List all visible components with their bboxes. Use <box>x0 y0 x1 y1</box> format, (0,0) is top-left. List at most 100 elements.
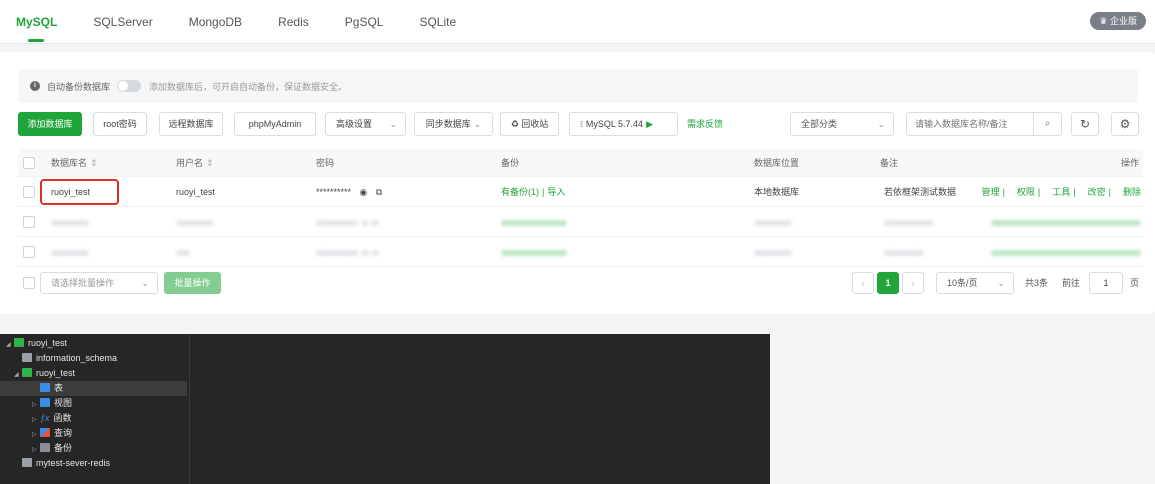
permission-link[interactable]: 权限 <box>1017 187 1035 197</box>
sync-database-dropdown[interactable]: 同步数据库 ⌄ <box>414 112 493 136</box>
tree-item-label: 表 <box>54 383 64 393</box>
database-user: ruoyi_test <box>176 187 216 197</box>
batch-operation-placeholder: 请选择批量操作 <box>51 278 115 288</box>
goto-page-input[interactable]: 1 <box>1089 272 1123 294</box>
column-header-user[interactable]: 用户名 ⇕ <box>176 149 214 177</box>
backup-cell: 有备份(1) | 导入 <box>501 177 565 207</box>
batch-operation-select[interactable]: 请选择批量操作 ⌄ <box>40 272 158 294</box>
tools-link[interactable]: 工具 <box>1052 187 1070 197</box>
row-checkbox[interactable] <box>23 246 35 258</box>
tree-connection-redis[interactable]: mytest-sever-redis <box>22 456 110 471</box>
row-checkbox[interactable] <box>23 216 35 228</box>
tree-item-views[interactable]: ▷ 视图 <box>32 396 72 411</box>
footer-select-checkbox[interactable] <box>23 277 35 289</box>
chevron-down-icon: ⌄ <box>997 278 1005 288</box>
remote-database-button[interactable]: 远程数据库 <box>159 112 223 136</box>
category-select[interactable]: 全部分类 ⌄ <box>790 112 894 136</box>
blurred-cell <box>51 237 89 267</box>
recycle-bin-button[interactable]: ♻ 回收站 <box>500 112 559 136</box>
advanced-settings-label: 高级设置 <box>336 119 373 129</box>
backup-link[interactable]: 有备份(1) <box>501 187 539 197</box>
next-page-icon[interactable]: › <box>902 272 924 294</box>
enterprise-badge-label: 企业版 <box>1109 16 1137 26</box>
table-footer: 请选择批量操作 ⌄ 批量操作 ‹ 1 › 10条/页 ⌄ 共3条 前往 1 页 <box>18 272 1143 294</box>
import-link[interactable]: 导入 <box>547 187 565 197</box>
database-remark[interactable]: 若依框架测试数据 <box>884 177 956 207</box>
password-cell: ********** ◉ ⧉ <box>316 177 382 207</box>
tab-sqlite[interactable]: SQLite <box>401 0 474 44</box>
tab-mongodb[interactable]: MongoDB <box>171 0 260 44</box>
chevron-down-icon: ⌄ <box>877 119 885 129</box>
change-password-link[interactable]: 改密 <box>1088 187 1106 197</box>
column-header-actions: 操作 <box>1120 158 1139 168</box>
database-type-bar: MySQL SQLServer MongoDB Redis PgSQL SQLi… <box>0 0 1155 44</box>
search-input[interactable] <box>907 113 1032 135</box>
page-size-select[interactable]: 10条/页 ⌄ <box>936 272 1014 294</box>
category-select-value: 全部分类 <box>801 119 838 129</box>
function-icon: ƒx <box>40 413 50 423</box>
chevron-down-icon: ⌄ <box>389 119 397 129</box>
database-icon <box>22 353 32 362</box>
database-panel: i 自动备份数据库 添加数据库后，可开启自动备份，保证数据安全。 添加数据库 r… <box>0 52 1155 314</box>
table-row <box>18 237 1143 267</box>
blurred-cell <box>501 207 567 237</box>
toolbar: 添加数据库 root密码 远程数据库 phpMyAdmin 高级设置 ⌄ 同步数… <box>18 112 1143 136</box>
eye-icon[interactable]: ◉ <box>360 187 368 197</box>
blurred-cell <box>991 237 1141 267</box>
row-checkbox[interactable] <box>23 186 35 198</box>
tree-connection[interactable]: ◢ ruoyi_test <box>6 336 67 351</box>
sort-icon: ⇕ <box>206 158 214 168</box>
auto-backup-hint: 添加数据库后，可开启自动备份，保证数据安全。 <box>149 81 348 92</box>
tab-mysql[interactable]: MySQL <box>16 0 75 44</box>
tab-pgsql[interactable]: PgSQL <box>327 0 402 44</box>
sort-icon: ⇕ <box>90 158 98 168</box>
column-header-name[interactable]: 数据库名 ⇕ <box>51 149 98 177</box>
tree-item-label: 函数 <box>53 413 72 423</box>
delete-link[interactable]: 删除 <box>1123 187 1141 197</box>
table-row: ruoyi_test ruoyi_test ********** ◉ ⧉ 有备份… <box>18 177 1143 207</box>
blurred-cell <box>991 207 1141 237</box>
tree-item-queries[interactable]: ▷ 查询 <box>32 426 72 441</box>
database-tabs: MySQL SQLServer MongoDB Redis PgSQL SQLi… <box>16 0 474 44</box>
blurred-cell <box>884 207 934 237</box>
tree-database-information-schema[interactable]: information_schema <box>22 351 117 366</box>
tree-item-backups[interactable]: ▷ 备份 <box>32 441 72 456</box>
separator: | <box>1037 187 1041 197</box>
advanced-settings-dropdown[interactable]: 高级设置 ⌄ <box>325 112 406 136</box>
select-all-checkbox[interactable] <box>23 157 35 169</box>
batch-operation-button[interactable]: 批量操作 <box>164 272 221 294</box>
refresh-icon[interactable]: ↻ <box>1071 112 1099 136</box>
table-header: 数据库名 ⇕ 用户名 ⇕ 密码 备份 数据库位置 备注 操作 <box>18 149 1143 177</box>
tree-item-label: 查询 <box>54 428 73 438</box>
query-icon <box>40 428 50 437</box>
blurred-cell <box>884 237 924 267</box>
column-header-remark: 备注 <box>880 158 899 168</box>
tree-database-ruoyi-test[interactable]: ◢ ruoyi_test <box>14 366 75 381</box>
feedback-link[interactable]: 需求反馈 <box>687 112 723 136</box>
enterprise-badge[interactable]: ♛ 企业版 <box>1090 12 1146 30</box>
play-icon: ▶ <box>646 119 653 129</box>
mysql-version-indicator[interactable]: ⟟ MySQL 5.7.44 ▶ <box>569 112 678 136</box>
tree-connection-label: mytest-sever-redis <box>36 458 111 468</box>
tab-sqlserver[interactable]: SQLServer <box>75 0 170 44</box>
search-box: ⌕ <box>906 112 1062 136</box>
manage-link[interactable]: 管理 <box>982 187 1000 197</box>
tree-db-label: information_schema <box>36 353 118 363</box>
search-icon[interactable]: ⌕ <box>1033 113 1061 135</box>
tree-item-tables[interactable]: 表 <box>0 381 187 396</box>
auto-backup-toggle[interactable] <box>117 80 142 92</box>
backup-icon <box>40 443 50 452</box>
chevron-down-icon: ⌄ <box>141 278 149 288</box>
prev-page-icon[interactable]: ‹ <box>852 272 874 294</box>
copy-icon[interactable]: ⧉ <box>376 187 382 197</box>
root-password-button[interactable]: root密码 <box>93 112 147 136</box>
add-database-button[interactable]: 添加数据库 <box>18 112 82 136</box>
blurred-cell <box>754 207 792 237</box>
page-number-current[interactable]: 1 <box>877 272 899 294</box>
tree-item-functions[interactable]: ▷ ƒx 函数 <box>32 411 72 426</box>
phpmyadmin-button[interactable]: phpMyAdmin <box>234 112 316 136</box>
tab-redis[interactable]: Redis <box>260 0 327 44</box>
tree-db-label: ruoyi_test <box>36 368 76 378</box>
auto-backup-label: 自动备份数据库 <box>47 81 111 92</box>
gear-icon[interactable]: ⚙ <box>1111 112 1139 136</box>
